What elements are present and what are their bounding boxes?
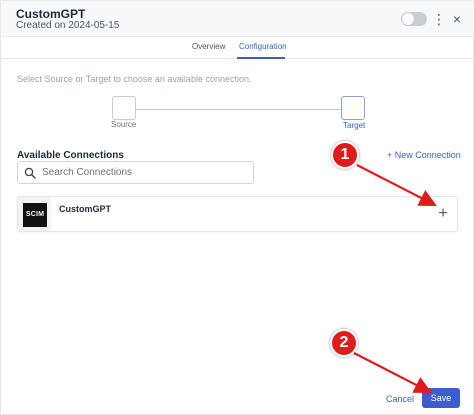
instruction-text: Select Source or Target to choose an ava… [17, 74, 252, 84]
toggle-knob [402, 13, 414, 25]
annotation-badge-1: 1 [331, 141, 359, 169]
created-date: Created on 2024-05-15 [16, 20, 120, 31]
tab-configuration[interactable]: Configuration [239, 42, 287, 51]
connection-item-customgpt[interactable]: SCIM CustomGPT + [17, 196, 458, 232]
tab-overview[interactable]: Overview [192, 42, 225, 51]
search-connections-input[interactable] [42, 165, 247, 180]
active-tab-indicator [237, 57, 285, 59]
source-label: Source [111, 120, 137, 129]
search-box [17, 161, 254, 184]
search-icon [24, 167, 36, 179]
available-connections-title: Available Connections [17, 150, 124, 161]
scim-logo-icon: SCIM [23, 203, 47, 227]
enable-toggle[interactable] [401, 12, 427, 26]
target-node[interactable] [341, 96, 365, 120]
save-button[interactable]: Save [422, 388, 460, 408]
add-connection-icon[interactable]: + [436, 206, 450, 222]
connection-name: CustomGPT [59, 204, 112, 214]
connection-dialog: CustomGPT Created on 2024-05-15 ⋮ × Over… [0, 0, 474, 415]
cancel-button[interactable]: Cancel [386, 394, 414, 404]
source-node[interactable] [112, 96, 136, 120]
connection-logo-area: SCIM [18, 197, 51, 231]
close-icon[interactable]: × [450, 10, 464, 28]
app-title: CustomGPT [16, 7, 86, 21]
more-options-icon[interactable]: ⋮ [432, 10, 446, 28]
tab-bar: Overview Configuration [1, 37, 474, 59]
target-label: Target [343, 121, 366, 130]
source-target-connector [136, 109, 341, 110]
new-connection-link[interactable]: + New Connection [387, 150, 461, 160]
dialog-header: CustomGPT Created on 2024-05-15 ⋮ × [1, 1, 474, 37]
annotation-badge-2: 2 [330, 329, 358, 357]
